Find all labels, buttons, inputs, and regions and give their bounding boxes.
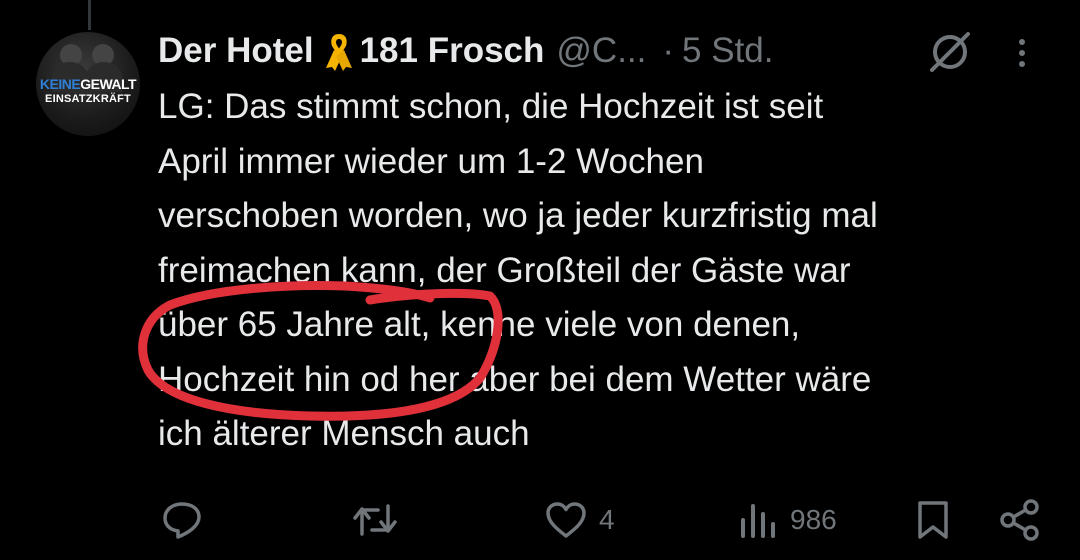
thread-line (88, 0, 91, 30)
repost-icon (353, 504, 397, 536)
avatar-banner-line2: EINSATZKRÄFT (45, 93, 131, 105)
share-icon (1000, 499, 1039, 541)
post-text-line: verschoben worden, wo ja jeder kurzfrist… (158, 196, 878, 235)
reply-button[interactable] (160, 490, 216, 550)
post-text-line: über 65 Jahre alt, kenne viele von denen… (158, 305, 801, 344)
post-timestamp[interactable]: 5 Std. (682, 31, 773, 71)
like-icon (546, 502, 586, 538)
post-text-line: ich älterer Mensch auch (158, 414, 530, 453)
bookmark-icon (918, 501, 948, 539)
separator-dot: · (662, 31, 675, 70)
post-text-line: Hochzeit hin od her aber bei dem Wetter … (158, 359, 872, 399)
like-count: 4 (599, 504, 615, 535)
post-text-line: LG: Das stimmt schon, die Hochzeit ist s… (158, 87, 824, 126)
more-icon[interactable] (1015, 38, 1029, 68)
avatar[interactable]: KEINEGEWALT EINSATZKRÄFT (36, 32, 140, 136)
views-icon (741, 504, 775, 538)
ribbon-icon (325, 34, 352, 71)
views-count: 986 (790, 504, 837, 535)
share-button[interactable] (998, 490, 1042, 550)
like-button[interactable]: 4 (545, 490, 615, 550)
bookmark-button[interactable] (914, 490, 952, 550)
post-text-line: freimachen kann, der Großteil der Gäste … (158, 250, 851, 290)
post-text: LG: Das stimmt schon, die Hochzeit ist s… (158, 80, 1058, 462)
action-bar: 4 986 (0, 490, 1080, 550)
reply-icon (163, 502, 201, 539)
repost-button[interactable] (352, 490, 410, 550)
post-header: Der Hotel 181 Frosch @C... · 5 Std. (158, 26, 774, 76)
avatar-banner-word1: KEINE (39, 76, 81, 92)
user-handle[interactable]: @C... (556, 31, 646, 71)
avatar-banner: KEINEGEWALT (36, 76, 140, 92)
avatar-banner-word2: GEWALT (80, 76, 137, 92)
views-button[interactable]: 986 (738, 490, 837, 550)
display-name-suffix[interactable]: 181 Frosch (360, 31, 545, 71)
display-name[interactable]: Der Hotel (158, 31, 314, 71)
grok-icon[interactable] (926, 30, 974, 74)
post-text-line: April immer wieder um 1-2 Wochen (158, 141, 704, 181)
